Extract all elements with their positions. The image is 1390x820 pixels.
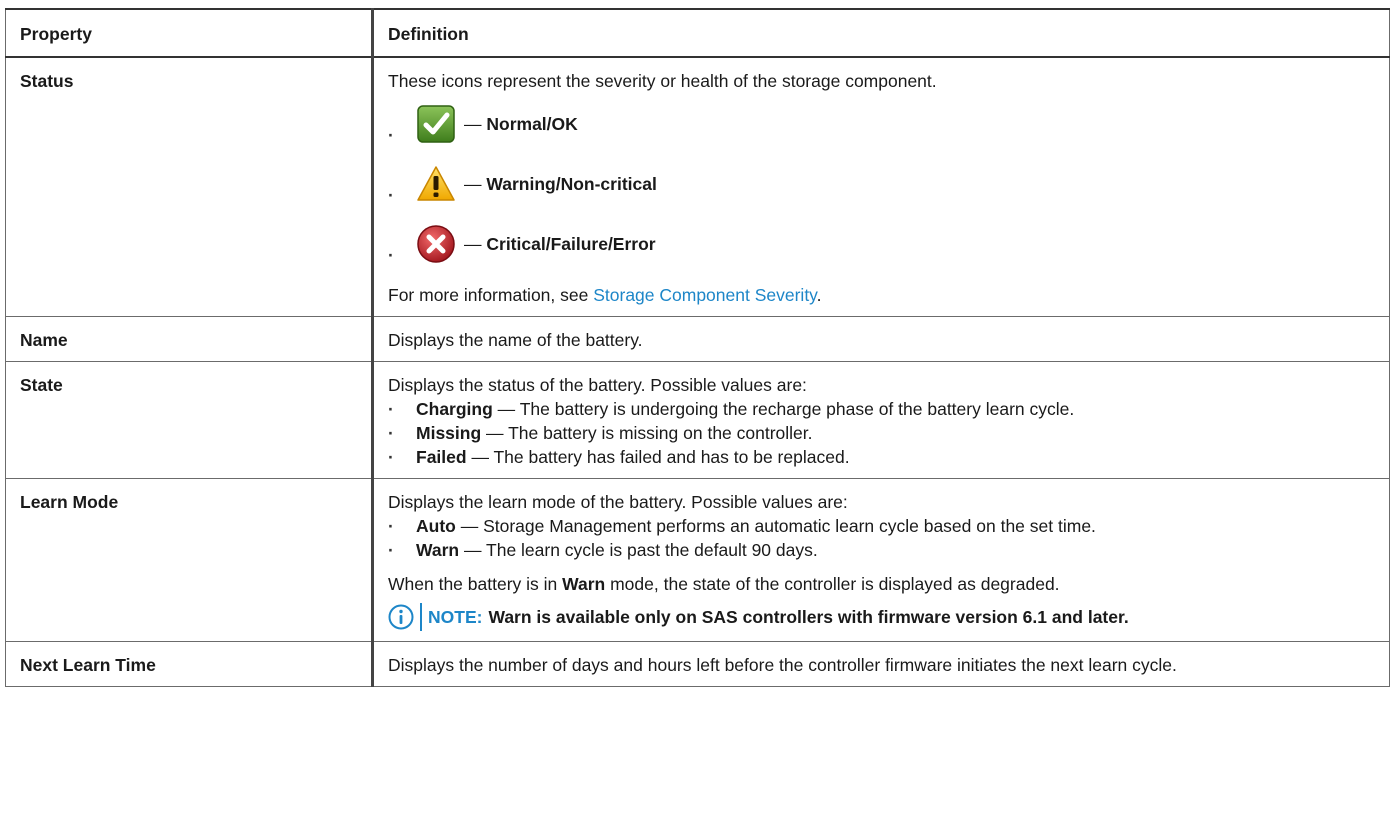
learn-mode-values-list: Auto — Storage Management performs an au… [388, 515, 1373, 561]
table-row-state: State Displays the status of the battery… [5, 361, 1390, 479]
definition-next-learn-time: Displays the number of days and hours le… [372, 641, 1390, 687]
definition-learn-mode: Displays the learn mode of the battery. … [372, 478, 1390, 642]
check-ok-icon [417, 105, 455, 143]
list-item: Auto — Storage Management performs an au… [388, 515, 1373, 537]
state-intro: Displays the status of the battery. Poss… [388, 375, 807, 395]
dash: — [464, 174, 482, 194]
warn-mode-text: When the battery is in Warn mode, the st… [388, 573, 1373, 595]
warn-prefix: When the battery is in [388, 574, 563, 594]
list-item: Charging — The battery is undergoing the… [388, 398, 1373, 420]
property-status: Status [5, 56, 374, 317]
header-row: Property Definition [5, 8, 1390, 58]
term-desc: — The battery is missing on the controll… [481, 423, 813, 443]
list-item: Missing — The battery is missing on the … [388, 422, 1373, 444]
status-more-info: For more information, see Storage Compon… [388, 284, 1373, 306]
warn-suffix: mode, the state of the controller is dis… [605, 574, 1060, 594]
warn-term: Warn [562, 574, 606, 594]
table-row-next-learn-time: Next Learn Time Displays the number of d… [5, 641, 1390, 687]
definition-status: These icons represent the severity or he… [372, 56, 1390, 317]
term-desc: — The battery has failed and has to be r… [466, 447, 850, 467]
status-label-critical: Critical/Failure/Error [486, 234, 656, 254]
more-info-period: . [816, 285, 822, 305]
state-values-list: Charging — The battery is undergoing the… [388, 398, 1373, 468]
learn-mode-intro: Displays the learn mode of the battery. … [388, 492, 848, 512]
status-intro: These icons represent the severity or he… [388, 71, 937, 91]
definition-name: Displays the name of the battery. [372, 316, 1390, 362]
info-icon [388, 604, 414, 630]
table-row-name: Name Displays the name of the battery. [5, 316, 1390, 362]
more-info-text: For more information, see [388, 285, 594, 305]
list-item: Failed — The battery has failed and has … [388, 446, 1373, 468]
term: Charging [416, 399, 493, 419]
warning-triangle-icon [417, 166, 455, 201]
term-desc: — The learn cycle is past the default 90… [459, 540, 818, 560]
property-name: Name [5, 316, 374, 362]
status-icon-list: — Normal/OK — Warning/Non-critical [388, 96, 1373, 272]
header-property: Property [5, 8, 374, 58]
dash: — [464, 234, 482, 254]
table-row-learn-mode: Learn Mode Displays the learn mode of th… [5, 478, 1390, 642]
note-text: Warn is available only on SAS controller… [488, 607, 1129, 627]
list-item: Warn — The learn cycle is past the defau… [388, 539, 1373, 561]
term: Auto [416, 516, 456, 536]
term: Warn [416, 540, 460, 560]
note-label: NOTE: [428, 607, 483, 627]
term: Failed [416, 447, 467, 467]
term-desc: — Storage Management performs an automat… [455, 516, 1096, 536]
status-item-warning: — Warning/Non-critical [388, 156, 1373, 212]
definition-state: Displays the status of the battery. Poss… [372, 361, 1390, 479]
property-state: State [5, 361, 374, 479]
properties-table: Property Definition Status These icons r… [5, 8, 1390, 687]
term: Missing [416, 423, 482, 443]
dash: — [464, 114, 482, 134]
critical-x-icon [417, 225, 455, 263]
status-label-ok: Normal/OK [486, 114, 578, 134]
note-divider [420, 603, 422, 631]
term-desc: — The battery is undergoing the recharge… [492, 399, 1075, 419]
status-item-critical: — Critical/Failure/Error [388, 216, 1373, 272]
table-row-status: Status These icons represent the severit… [5, 56, 1390, 317]
status-label-warning: Warning/Non-critical [486, 174, 657, 194]
property-learn-mode: Learn Mode [5, 478, 374, 642]
status-item-ok: — Normal/OK [388, 96, 1373, 152]
header-definition: Definition [372, 8, 1390, 58]
property-next-learn-time: Next Learn Time [5, 641, 374, 687]
note-box: NOTE: Warn is available only on SAS cont… [388, 603, 1373, 631]
storage-severity-link[interactable]: Storage Component Severity [593, 285, 816, 305]
